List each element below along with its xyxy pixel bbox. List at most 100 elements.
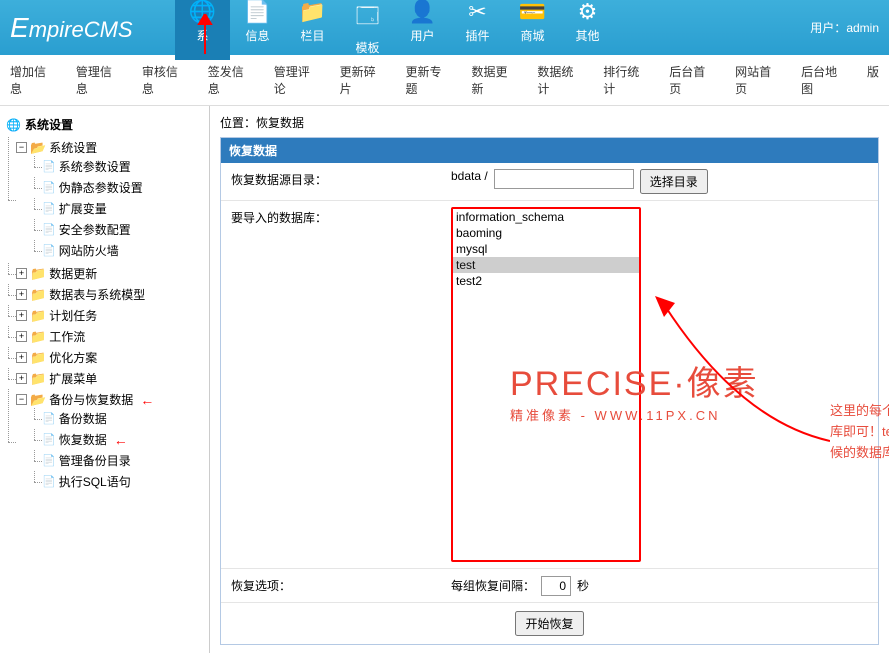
subnav-item[interactable]: 网站首页	[735, 63, 783, 97]
db-option: baoming	[453, 225, 639, 241]
tree-item[interactable]: 📄伪静态参数设置	[42, 179, 205, 196]
subnav-item[interactable]: 版	[867, 63, 879, 97]
plus-icon: +	[16, 331, 27, 342]
interval-unit: 秒	[577, 577, 589, 594]
gear-icon: ⚙	[560, 0, 615, 25]
tree-item-restore[interactable]: 📄恢复数据←	[42, 431, 205, 448]
user-info: 用户：admin	[810, 19, 889, 36]
subnav-item[interactable]: 签发信息	[208, 63, 256, 97]
tree-folder-backup[interactable]: −📂备份与恢复数据←	[16, 391, 205, 408]
db-option: information_schema	[453, 209, 639, 225]
label-database: 要导入的数据库：	[221, 201, 441, 568]
plus-icon: +	[16, 310, 27, 321]
tree-item[interactable]: 📄执行SQL语句	[42, 473, 205, 490]
nav-info[interactable]: 📄信息	[230, 0, 285, 60]
annotation-arrow-icon: ←	[114, 432, 128, 448]
subnav-item[interactable]: 更新碎片	[340, 63, 388, 97]
folder-icon: 📁	[30, 308, 46, 324]
interval-label: 每组恢复间隔：	[451, 577, 535, 594]
nav-user[interactable]: 👤用户	[395, 0, 450, 60]
subnav-item[interactable]: 数据更新	[471, 63, 519, 97]
path-prefix: bdata /	[451, 169, 488, 183]
minus-icon: −	[16, 394, 27, 405]
database-select[interactable]: information_schema baoming mysql test te…	[451, 207, 641, 562]
tree-item[interactable]: 📄安全参数配置	[42, 221, 205, 238]
tree-folder[interactable]: +📁数据更新	[16, 265, 205, 282]
tree-folder[interactable]: +📁扩展菜单	[16, 370, 205, 387]
globe-icon: 🌐	[6, 118, 21, 132]
subnav-item[interactable]: 数据统计	[537, 63, 585, 97]
tree-item[interactable]: 📄扩展变量	[42, 200, 205, 217]
nav-plugin[interactable]: ✂插件	[450, 0, 505, 60]
logo: EmpireCMS	[0, 12, 175, 44]
nav-template[interactable]: 🗔模板	[340, 0, 395, 60]
db-option: mysql	[453, 241, 639, 257]
minus-icon: −	[16, 142, 27, 153]
subnav: 增加信息 管理信息 审核信息 签发信息 管理评论 更新碎片 更新专题 数据更新 …	[0, 55, 889, 106]
label-options: 恢复选项：	[221, 569, 441, 602]
subnav-item[interactable]: 管理评论	[274, 63, 322, 97]
interval-input[interactable]	[541, 576, 571, 596]
sidebar-title: 🌐系统设置	[4, 112, 205, 137]
header: EmpireCMS 🌐系 📄信息 📁栏目 🗔模板 👤用户 ✂插件 💳商城 ⚙其他…	[0, 0, 889, 55]
tree-folder[interactable]: +📁优化方案	[16, 349, 205, 366]
folder-icon: 📁	[30, 371, 46, 387]
file-icon: 📄	[42, 160, 56, 173]
start-restore-button[interactable]: 开始恢复	[515, 611, 583, 636]
subnav-item[interactable]: 排行统计	[603, 63, 651, 97]
card-icon: 💳	[505, 0, 560, 25]
tree-item[interactable]: 📄系统参数设置	[42, 158, 205, 175]
folder-icon: 📁	[30, 287, 46, 303]
folder-icon: 📁	[30, 329, 46, 345]
nav-system[interactable]: 🌐系	[175, 0, 230, 60]
annotation-text: 这里的每个人显示的都不一样，选好你的数据库即可！test是我的数据库！也就是安装…	[830, 401, 889, 463]
top-nav: 🌐系 📄信息 📁栏目 🗔模板 👤用户 ✂插件 💳商城 ⚙其他	[175, 0, 810, 60]
source-dir-input[interactable]	[494, 169, 634, 189]
content: 位置：恢复数据 恢复数据 恢复数据源目录： bdata / 选择目录 要导入的数…	[210, 106, 889, 653]
folder-icon: 📁	[30, 266, 46, 282]
file-icon: 📄	[42, 433, 56, 446]
subnav-item[interactable]: 管理信息	[76, 63, 124, 97]
window-icon: 🗔	[340, 0, 395, 37]
tree-item[interactable]: 📄管理备份目录	[42, 452, 205, 469]
subnav-item[interactable]: 后台地图	[801, 63, 849, 97]
doc-icon: 📄	[230, 0, 285, 25]
plus-icon: +	[16, 373, 27, 384]
subnav-item[interactable]: 后台首页	[669, 63, 717, 97]
panel-title: 恢复数据	[221, 138, 878, 163]
folder-icon: 📁	[285, 0, 340, 25]
annotation-arrow-icon: ←	[140, 392, 154, 408]
db-option: test	[453, 257, 639, 273]
folder-icon: 📂	[30, 392, 46, 408]
subnav-item[interactable]: 增加信息	[10, 63, 58, 97]
plus-icon: +	[16, 352, 27, 363]
tree-folder-system[interactable]: −📂系统设置	[16, 139, 205, 156]
plugin-icon: ✂	[450, 0, 505, 25]
nav-other[interactable]: ⚙其他	[560, 0, 615, 60]
db-option: test2	[453, 273, 639, 289]
file-icon: 📄	[42, 412, 56, 425]
tree-item[interactable]: 📄网站防火墙	[42, 242, 205, 259]
subnav-item[interactable]: 更新专题	[406, 63, 454, 97]
file-icon: 📄	[42, 202, 56, 215]
tree-folder[interactable]: +📁工作流	[16, 328, 205, 345]
subnav-item[interactable]: 审核信息	[142, 63, 190, 97]
globe-icon: 🌐	[175, 0, 230, 25]
file-icon: 📄	[42, 454, 56, 467]
restore-panel: 恢复数据 恢复数据源目录： bdata / 选择目录 要导入的数据库： info…	[220, 137, 879, 645]
plus-icon: +	[16, 268, 27, 279]
nav-shop[interactable]: 💳商城	[505, 0, 560, 60]
tree-folder[interactable]: +📁计划任务	[16, 307, 205, 324]
file-icon: 📄	[42, 223, 56, 236]
file-icon: 📄	[42, 181, 56, 194]
tree-folder[interactable]: +📁数据表与系统模型	[16, 286, 205, 303]
file-icon: 📄	[42, 475, 56, 488]
plus-icon: +	[16, 289, 27, 300]
user-icon: 👤	[395, 0, 450, 25]
breadcrumb: 位置：恢复数据	[220, 114, 879, 131]
select-dir-button[interactable]: 选择目录	[640, 169, 708, 194]
tree-item[interactable]: 📄备份数据	[42, 410, 205, 427]
folder-icon: 📁	[30, 350, 46, 366]
nav-column[interactable]: 📁栏目	[285, 0, 340, 60]
sidebar: 🌐系统设置 −📂系统设置 📄系统参数设置 📄伪静态参数设置 📄扩展变量 📄安全参…	[0, 106, 210, 653]
